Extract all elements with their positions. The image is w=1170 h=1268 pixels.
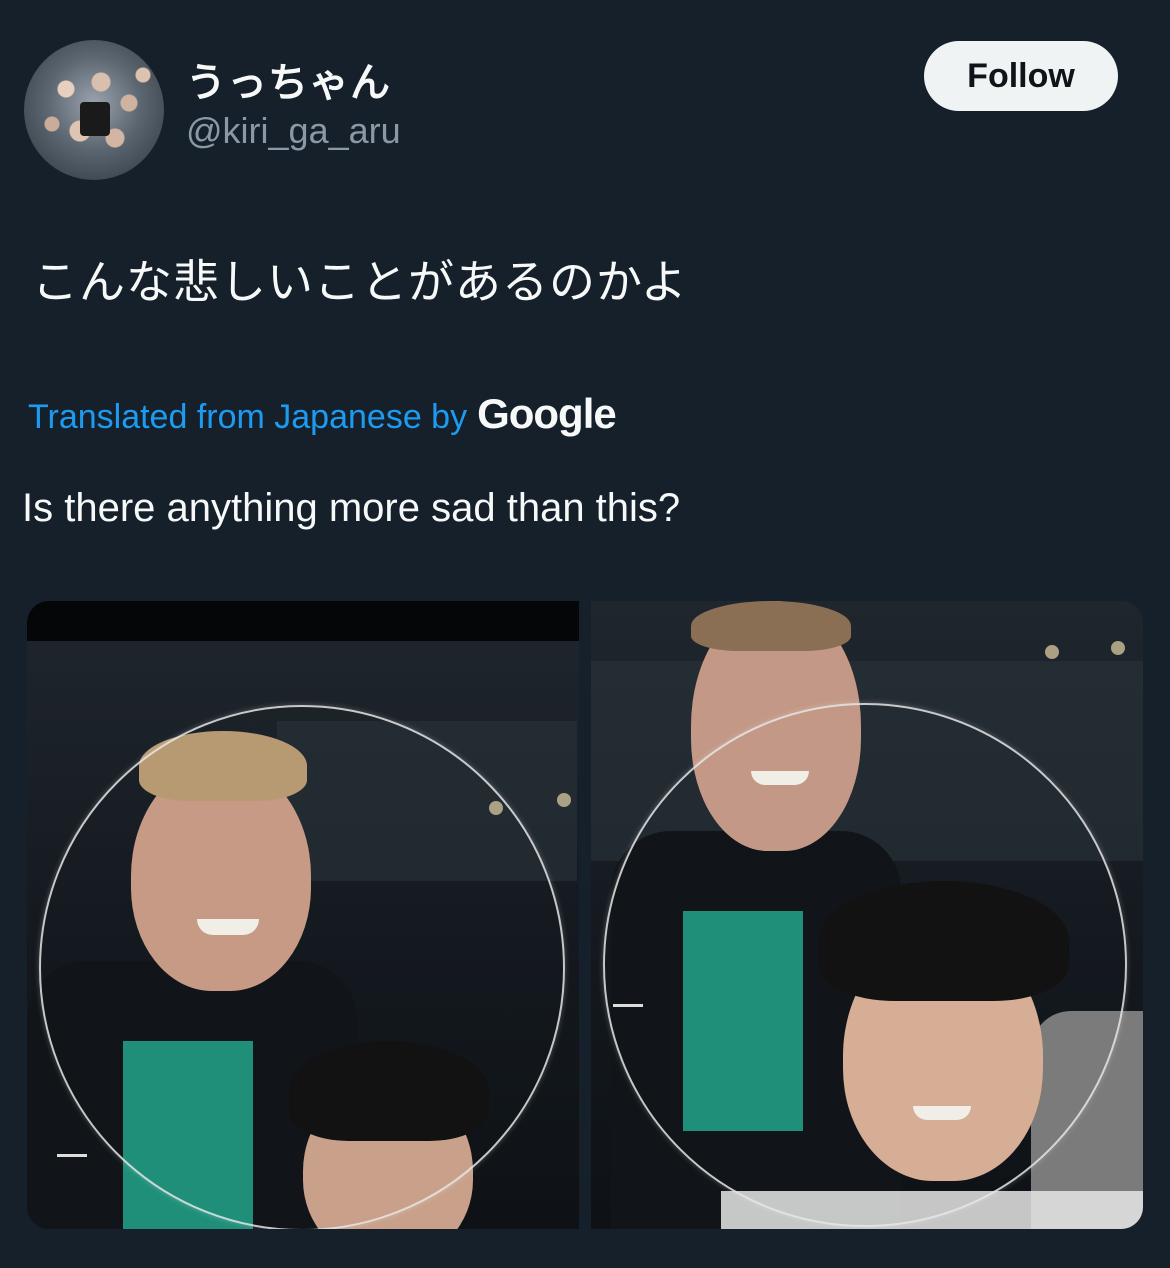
translated-from-link[interactable]: Translated from Japanese by xyxy=(28,398,467,437)
display-name[interactable]: うっちゃん xyxy=(186,50,391,108)
stadium-light xyxy=(1111,641,1125,655)
media-grid xyxy=(27,601,1143,1229)
user-handle[interactable]: @kiri_ga_aru xyxy=(186,110,401,152)
avatar[interactable] xyxy=(24,40,164,180)
translation-attribution: Translated from Japanese by Google xyxy=(28,390,617,438)
avatar-shirt xyxy=(80,102,110,136)
highlight-circle xyxy=(603,703,1127,1227)
media-photo-2[interactable] xyxy=(591,601,1143,1229)
google-logo: Google xyxy=(477,390,617,437)
stadium-light xyxy=(1045,645,1059,659)
man-hair xyxy=(691,601,851,651)
follow-button[interactable]: Follow xyxy=(924,41,1118,111)
highlight-circle xyxy=(39,705,565,1229)
media-photo-1[interactable] xyxy=(27,601,579,1229)
tweet-text: こんな悲しいことがあるのかよ xyxy=(32,255,688,309)
translated-text: Is there anything more sad than this? xyxy=(22,486,681,530)
adidas-logo xyxy=(57,1136,87,1157)
stadium-light xyxy=(557,793,571,807)
photo-letterbox xyxy=(27,601,579,641)
